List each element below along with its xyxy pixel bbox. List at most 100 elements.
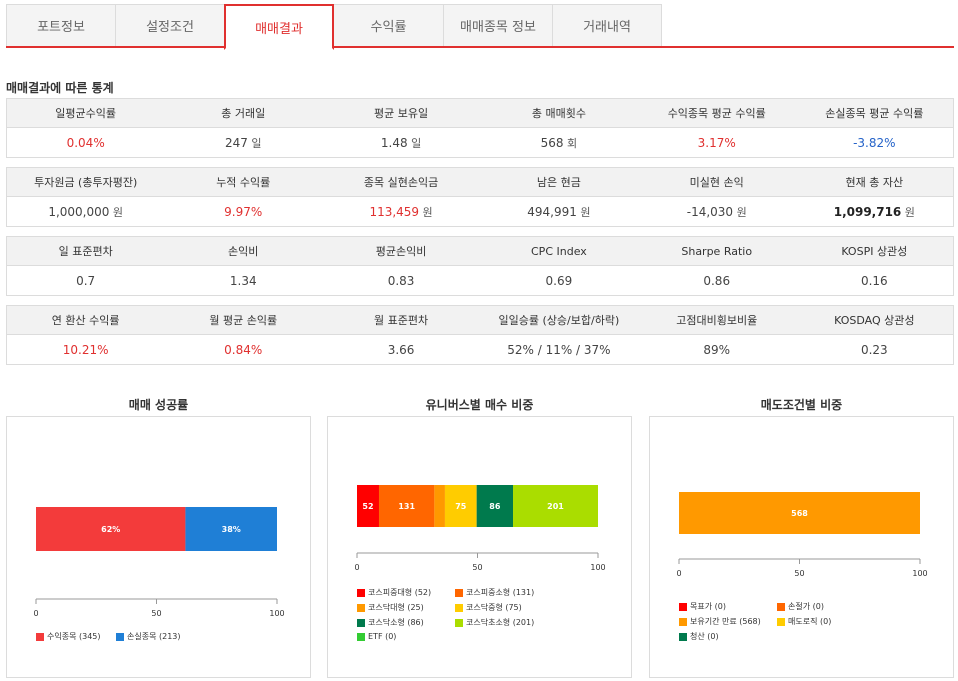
stat-header: 종목 실현손익금 <box>322 167 480 197</box>
legend-item[interactable]: 청산 (0) <box>679 631 719 642</box>
stat-header: 총 거래일 <box>164 98 323 128</box>
stat-unit: 원 <box>576 205 591 219</box>
stat-number: 10.21% <box>62 342 109 357</box>
stat-value: 247 일 <box>164 128 322 158</box>
legend-item[interactable]: 수익종목 (345) <box>36 631 101 642</box>
stat-value: 89% <box>638 335 796 365</box>
legend-item[interactable]: 손실종목 (213) <box>116 631 181 642</box>
tab-label: 거래내역 <box>583 20 631 35</box>
legend-swatch <box>116 632 124 641</box>
stat-number: 0.83 <box>387 273 415 288</box>
tab-trade-results[interactable]: 매매결과 <box>224 4 334 50</box>
stat-header: 누적 수익률 <box>164 167 323 197</box>
stat-value: 1,000,000 원 <box>7 197 165 227</box>
stat-value: 1.48 일 <box>322 128 480 158</box>
stat-value: 1.34 <box>164 266 322 296</box>
legend-swatch <box>777 602 785 611</box>
chart-title-universe: 유니버스별 매수 비중 <box>425 398 534 412</box>
stat-number: 0.69 <box>545 273 573 288</box>
stat-value: 0.16 <box>796 266 954 296</box>
legend-item[interactable]: 손절가 (0) <box>777 601 824 612</box>
legend-label: 목표가 (0) <box>690 602 726 611</box>
stat-header: 일평균수익률 <box>6 98 165 128</box>
tab-returns[interactable]: 수익률 <box>333 4 444 46</box>
stat-number: 1.48 <box>380 135 408 150</box>
stat-header: 손익비 <box>164 236 323 266</box>
legend-item[interactable]: 코스닥초소형 (201) <box>455 617 534 628</box>
stat-header: KOSDAQ 상관성 <box>795 305 954 335</box>
stats-table-2: 투자원금 (총투자평잔) 누적 수익률 종목 실현손익금 남은 현금 미실현 손… <box>6 167 954 227</box>
stats-table-4: 연 환산 수익률 월 평균 손익률 월 표준편차 일일승률 (상승/보합/하락)… <box>6 305 954 365</box>
legend-label: 청산 (0) <box>690 632 719 641</box>
tab-trade-history[interactable]: 거래내역 <box>552 4 662 46</box>
stat-number: 89% <box>703 342 731 357</box>
stat-header: 남은 현금 <box>479 167 638 197</box>
legend-label: 매도로직 (0) <box>788 617 832 626</box>
stat-header: KOSPI 상관성 <box>795 236 954 266</box>
stat-number: 568 <box>540 135 564 150</box>
stat-number: 1.34 <box>229 273 257 288</box>
tab-label: 수익률 <box>370 20 407 35</box>
legend-swatch <box>455 588 463 597</box>
legend-item[interactable]: 코스닥소형 (86) <box>357 617 424 628</box>
chart-success-rate: 62% 38% 0 50 100 수익종목 (345) 손실종목 (213) <box>6 416 311 678</box>
stat-values: 0.7 1.34 0.83 0.69 0.86 0.16 <box>7 266 954 296</box>
stat-number: 9.97% <box>224 204 263 219</box>
legend-item[interactable]: 목표가 (0) <box>679 601 726 612</box>
stat-number: -14,030 <box>686 204 734 219</box>
legend-item[interactable]: 보유기간 만료 (568) <box>679 616 761 627</box>
stat-header: 수익종목 평균 수익률 <box>637 98 796 128</box>
stat-number: 0.84% <box>224 342 263 357</box>
stat-unit: 원 <box>109 205 124 219</box>
legend-item[interactable]: 매도로직 (0) <box>777 616 831 627</box>
stat-value: 9.97% <box>164 197 322 227</box>
legend-swatch <box>679 617 687 626</box>
stat-unit: 원 <box>901 205 915 219</box>
tab-label: 설정조건 <box>146 20 194 35</box>
stat-header: 일일승률 (상승/보합/하락) <box>479 305 638 335</box>
stat-value: 10.21% <box>7 335 165 365</box>
legend-label: 손절가 (0) <box>788 602 824 611</box>
stat-value: 1,099,716 원 <box>796 197 954 227</box>
legend-swatch <box>455 603 463 612</box>
stat-unit: 회 <box>563 136 578 150</box>
stat-value: 494,991 원 <box>480 197 638 227</box>
stat-value: 0.83 <box>322 266 480 296</box>
stat-value: 113,459 원 <box>322 197 480 227</box>
legend-label: 코스피중소형 (131) <box>466 588 535 597</box>
legend-item[interactable]: 코스닥대형 (25) <box>357 602 424 613</box>
legend-swatch <box>357 603 365 612</box>
tab-settings[interactable]: 설정조건 <box>115 4 225 46</box>
tab-label: 매매결과 <box>255 21 303 37</box>
legend-label: 보유기간 만료 (568) <box>690 617 761 626</box>
legend-label: 손실종목 (213) <box>127 632 181 641</box>
legend-item[interactable]: 코스피중소형 (131) <box>455 587 534 598</box>
stat-value: -14,030 원 <box>638 197 796 227</box>
chart-universe: 52 131 75 86 201 0 50 100 코스피중대형 (52) 코스피중소형 (131… <box>327 416 632 678</box>
tab-label: 매매종목 정보 <box>460 20 536 35</box>
tab-traded-stocks[interactable]: 매매종목 정보 <box>443 4 553 46</box>
stat-number: 494,991 <box>527 204 577 219</box>
legend-label: 수익종목 (345) <box>47 632 101 641</box>
stat-value: 0.86 <box>638 266 796 296</box>
stat-unit: 원 <box>733 205 747 219</box>
legend-item[interactable]: 코스피중대형 (52) <box>357 587 431 598</box>
legend-label: 코스닥대형 (25) <box>368 603 424 612</box>
tab-portfolio-info[interactable]: 포트정보 <box>6 4 116 46</box>
legend-swatch <box>357 618 365 627</box>
stat-number: -3.82% <box>853 135 896 150</box>
section-title: 매매결과에 따른 통계 <box>6 81 114 95</box>
stat-number: 0.86 <box>703 273 731 288</box>
legend-item[interactable]: ETF (0) <box>357 632 396 641</box>
stat-value: -3.82% <box>796 128 954 158</box>
stat-header: 월 표준편차 <box>322 305 480 335</box>
stat-number: 247 <box>224 135 248 150</box>
chart-title-sell-condition: 매도조건별 비중 <box>760 398 843 412</box>
stats-table-3: 일 표준편차 손익비 평균손익비 CPC Index Sharpe Ratio … <box>6 236 954 296</box>
stat-unit: 일 <box>407 136 422 150</box>
legend-label: 코스닥초소형 (201) <box>466 618 535 627</box>
stat-header: 현재 총 자산 <box>795 167 954 197</box>
stat-values: 10.21% 0.84% 3.66 52% / 11% / 37% 89% 0.… <box>7 335 954 365</box>
stats-table-1: 일평균수익률 총 거래일 평균 보유일 총 매매횟수 수익종목 평균 수익률 손… <box>6 98 954 158</box>
legend-item[interactable]: 코스닥중형 (75) <box>455 602 522 613</box>
